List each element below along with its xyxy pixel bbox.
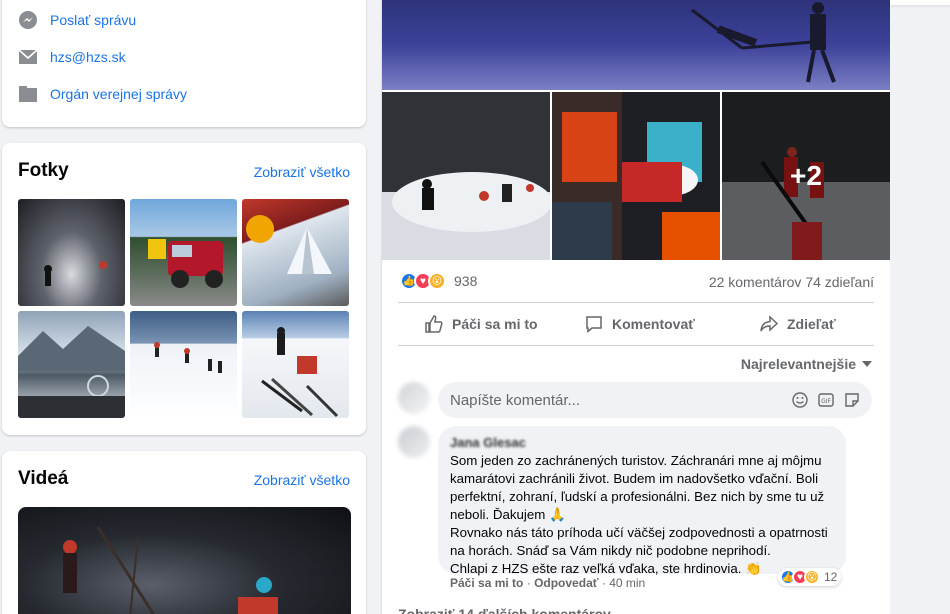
email-icon <box>18 47 38 67</box>
photo-thumbnail[interactable] <box>130 199 237 306</box>
category-link[interactable]: Orgán verejnej správy <box>18 84 187 104</box>
comments-count-link[interactable]: 22 komentárov <box>709 274 802 290</box>
post-photo[interactable] <box>552 92 720 260</box>
post-stats: 22 komentárov 74 zdieľaní <box>709 274 874 290</box>
divider <box>398 345 874 346</box>
comment-time[interactable]: 40 min <box>609 576 645 590</box>
reaction-count: 938 <box>454 273 478 289</box>
photo-thumbnail[interactable] <box>242 311 349 418</box>
email-link[interactable]: hzs@hzs.sk <box>18 47 126 67</box>
photos-title: Fotky <box>18 160 69 181</box>
caret-down-icon <box>862 361 872 367</box>
wow-reaction-icon: 😮 <box>428 272 446 290</box>
videos-see-all-link[interactable]: Zobraziť všetko <box>254 472 350 488</box>
comment-reply-link[interactable]: Odpovedať <box>534 576 598 590</box>
category-label: Orgán verejnej správy <box>50 86 187 102</box>
gif-icon[interactable]: GIF <box>818 392 834 408</box>
comment-meta: Páči sa mi to · Odpovedať · 40 min <box>450 576 646 590</box>
comment-button[interactable]: Komentovať <box>584 314 695 334</box>
category-icon <box>18 84 38 104</box>
shares-count-link[interactable]: 74 zdieľaní <box>805 274 874 290</box>
post-photo-more[interactable]: +2 <box>722 92 890 260</box>
post-reactions[interactable]: 👍 ♥ 😮 938 <box>400 272 477 290</box>
send-message-label: Poslať správu <box>50 12 137 28</box>
divider <box>398 302 874 303</box>
current-user-avatar[interactable] <box>398 382 430 414</box>
comment-bubble: Jana Glesac Som jeden zo zachránených tu… <box>438 426 846 576</box>
email-label: hzs@hzs.sk <box>50 49 126 65</box>
like-button-label: Páči sa mi to <box>452 316 538 332</box>
comment-paragraph: Som jeden zo zachránených turistov. Zách… <box>450 453 825 522</box>
more-photos-count: +2 <box>722 92 890 260</box>
comment-author[interactable]: Jana Glesac <box>450 434 834 452</box>
comment-button-label: Komentovať <box>612 316 695 332</box>
share-button-label: Zdieľať <box>787 316 836 332</box>
photo-thumbnail[interactable] <box>18 311 125 418</box>
videos-title: Videá <box>18 468 69 489</box>
comment-text: Som jeden zo zachránených turistov. Zách… <box>450 452 834 578</box>
photo-thumbnail[interactable] <box>242 199 349 306</box>
top-bar-edge <box>890 0 950 5</box>
send-message-link[interactable]: Poslať správu <box>18 10 136 30</box>
comment-input[interactable]: Napíšte komentár... GIF <box>438 382 872 418</box>
svg-text:GIF: GIF <box>821 398 831 405</box>
comment-paragraph: Rovnako nás táto príhoda učí väčšej zodp… <box>450 525 828 558</box>
photo-thumbnail[interactable] <box>18 199 125 306</box>
post-main-photo[interactable] <box>382 0 890 90</box>
comment-sort-dropdown[interactable]: Najrelevantnejšie <box>741 356 872 372</box>
wow-reaction-icon: 😮 <box>804 569 820 585</box>
commenter-avatar[interactable] <box>398 426 430 458</box>
photos-see-all-link[interactable]: Zobraziť všetko <box>254 164 350 180</box>
photo-thumbnail[interactable] <box>130 311 237 418</box>
photos-card: Fotky Zobraziť všetko <box>2 143 366 435</box>
contact-info-card: Poslať správu hzs@hzs.sk Orgán verejnej … <box>2 0 366 127</box>
sort-label: Najrelevantnejšie <box>740 356 856 372</box>
comment-like-link[interactable]: Páči sa mi to <box>450 576 523 590</box>
thumbs-up-icon <box>425 315 443 333</box>
videos-card: Videá Zobraziť všetko <box>2 451 366 614</box>
sticker-icon[interactable] <box>844 392 860 408</box>
comment-icon <box>586 316 602 334</box>
comment-reactions[interactable]: 👍 ♥ 😮 12 <box>778 568 842 586</box>
like-button[interactable]: Páči sa mi to <box>424 314 538 334</box>
comment-input-placeholder: Napíšte komentár... <box>450 391 581 409</box>
post-photo[interactable] <box>382 92 550 260</box>
photo-grid <box>18 199 351 418</box>
share-button[interactable]: Zdieľať <box>759 314 836 334</box>
post-card: +2 👍 ♥ 😮 938 22 komentárov 74 zdieľaní P… <box>382 0 890 614</box>
emoji-icon[interactable] <box>792 392 808 408</box>
comment-reaction-count: 12 <box>824 570 838 584</box>
view-more-comments-link[interactable]: Zobraziť 14 ďalších komentárov <box>398 606 611 614</box>
right-gutter <box>890 0 950 614</box>
share-icon <box>760 315 779 332</box>
messenger-icon <box>18 10 38 30</box>
video-thumbnail[interactable] <box>18 507 351 614</box>
